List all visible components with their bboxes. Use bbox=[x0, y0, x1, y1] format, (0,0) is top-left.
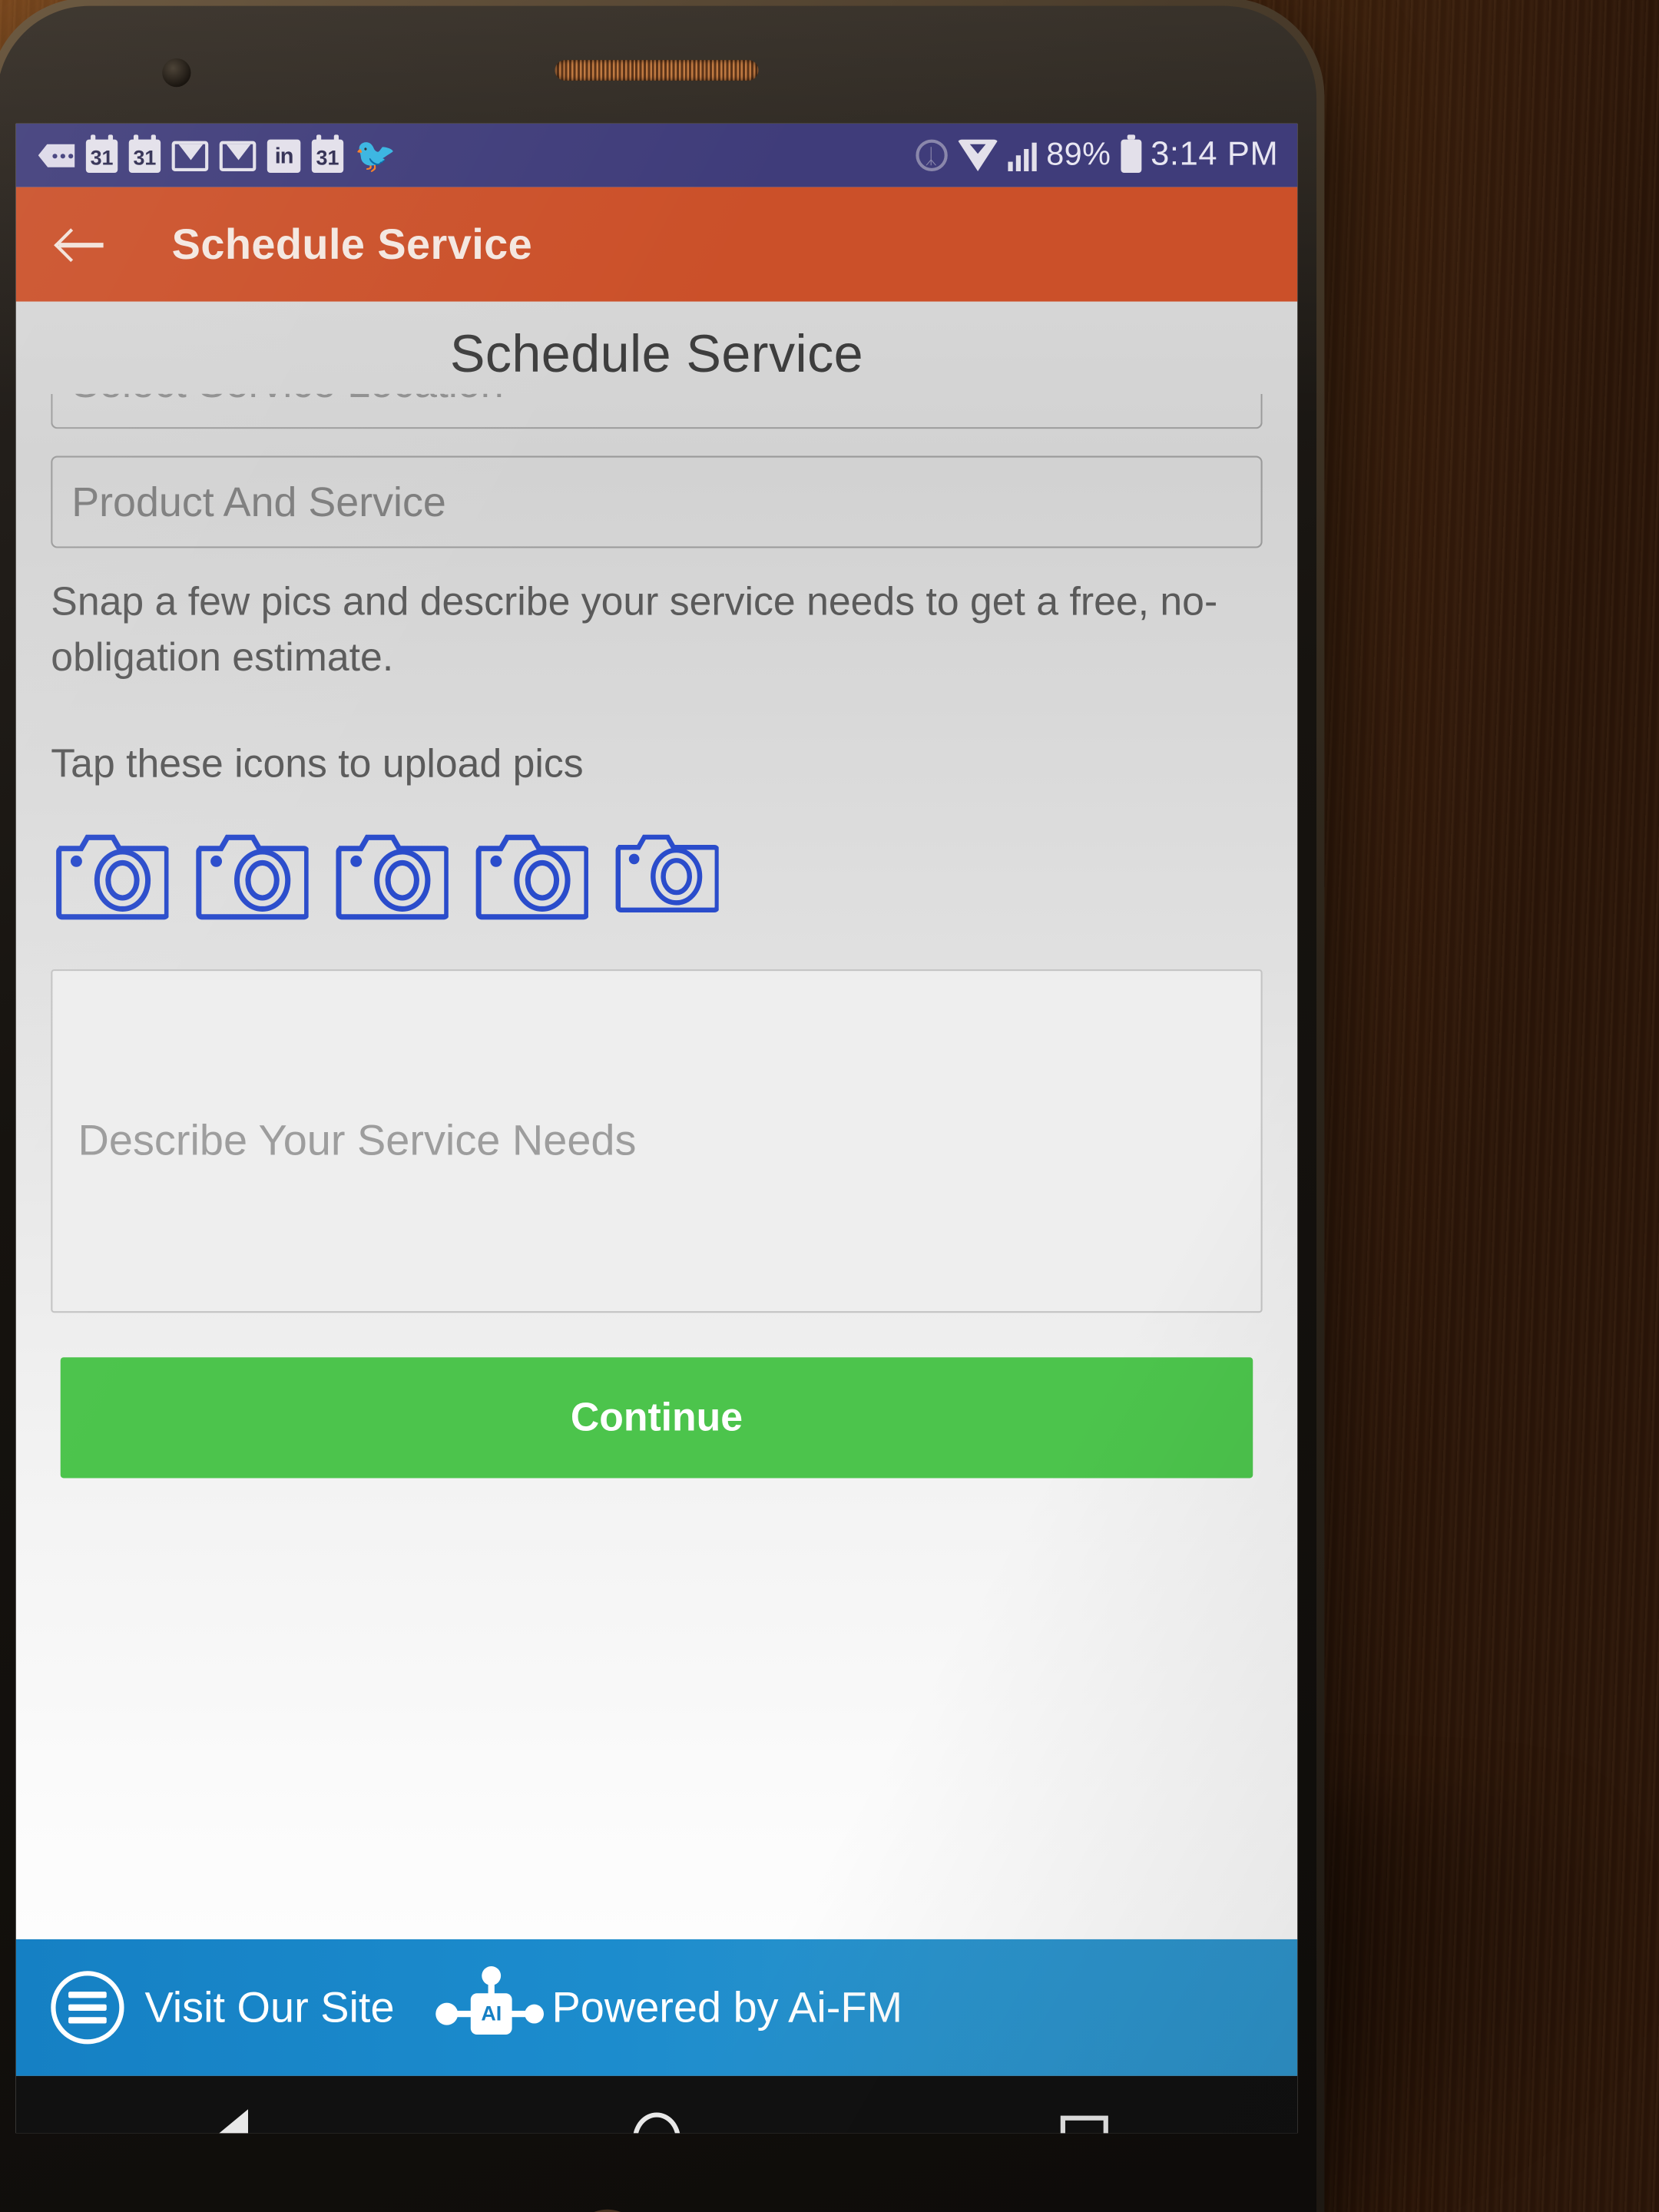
ai-chip-icon: AI bbox=[435, 1966, 545, 2041]
twitter-icon: 🐦 bbox=[354, 137, 396, 174]
app-bar-title: Schedule Service bbox=[171, 220, 533, 268]
cellular-signal-icon bbox=[1007, 140, 1037, 171]
wifi-icon bbox=[956, 139, 998, 171]
gmail-icon bbox=[219, 140, 257, 171]
app-bar: Schedule Service bbox=[15, 187, 1298, 302]
status-bar-system: ᛣ 89% 3:14 PM bbox=[915, 134, 1279, 174]
footer-bar: Visit Our Site AI Powered by Ai-FM bbox=[15, 1939, 1298, 2076]
ai-chip-label: AI bbox=[470, 1993, 512, 2035]
service-location-select[interactable]: Select Service Location bbox=[51, 393, 1263, 429]
helper-text: Snap a few pics and describe your servic… bbox=[51, 579, 1218, 680]
phone-screen: 31 31 in 31 🐦 ᛣ 89% 3:14 PM Schedule Ser… bbox=[15, 123, 1298, 2134]
service-location-placeholder: Select Service Location bbox=[71, 394, 503, 409]
status-bar: 31 31 in 31 🐦 ᛣ 89% 3:14 PM bbox=[15, 123, 1298, 187]
bluetooth-icon: ᛣ bbox=[915, 139, 947, 171]
phone-chin: L LG bbox=[16, 2133, 1297, 2212]
camera-icon[interactable] bbox=[194, 823, 309, 922]
earpiece-speaker bbox=[555, 60, 759, 81]
phone-top-hardware bbox=[16, 31, 1297, 124]
product-and-service-placeholder: Product And Service bbox=[71, 477, 446, 525]
android-nav-bar bbox=[15, 2075, 1298, 2134]
describe-service-needs-textarea[interactable]: Describe Your Service Needs bbox=[51, 969, 1263, 1313]
camera-icon[interactable] bbox=[474, 823, 588, 922]
nav-home-icon bbox=[632, 2112, 680, 2134]
camera-upload-row bbox=[51, 823, 1262, 922]
nav-recents-icon bbox=[1060, 2114, 1108, 2134]
page-content: Schedule Service Select Service Location… bbox=[15, 301, 1298, 1939]
describe-service-needs-placeholder: Describe Your Service Needs bbox=[78, 1116, 637, 1164]
calendar-icon: 31 bbox=[128, 134, 161, 173]
nav-back-icon bbox=[211, 2109, 248, 2134]
calendar-icon: 31 bbox=[311, 134, 344, 173]
powered-by-aifm[interactable]: AI Powered by Ai-FM bbox=[435, 1966, 903, 2041]
gmail-icon bbox=[171, 140, 209, 171]
linkedin-icon: in bbox=[267, 138, 301, 173]
upload-instruction-label: Tap these icons to upload pics bbox=[51, 742, 584, 787]
visit-our-site-label: Visit Our Site bbox=[144, 1982, 395, 2031]
clock-label: 3:14 PM bbox=[1151, 136, 1279, 174]
continue-button[interactable]: Continue bbox=[60, 1357, 1253, 1479]
back-arrow-icon[interactable] bbox=[58, 220, 105, 268]
visit-our-site-button[interactable]: Visit Our Site bbox=[51, 1971, 395, 2045]
product-and-service-select[interactable]: Product And Service bbox=[51, 455, 1263, 548]
camera-icon[interactable] bbox=[54, 823, 169, 922]
more-notifications-icon bbox=[38, 143, 75, 167]
battery-icon bbox=[1120, 134, 1141, 173]
phone-bezel: 31 31 in 31 🐦 ᛣ 89% 3:14 PM Schedule Ser… bbox=[0, 5, 1317, 2212]
page-title: Schedule Service bbox=[449, 323, 864, 383]
battery-percent-label: 89% bbox=[1046, 137, 1111, 173]
powered-by-label: Powered by Ai-FM bbox=[551, 1982, 903, 2031]
camera-icon[interactable] bbox=[334, 823, 449, 922]
nav-recents-button[interactable] bbox=[988, 2076, 1179, 2134]
phone-device: 31 31 in 31 🐦 ᛣ 89% 3:14 PM Schedule Ser… bbox=[0, 0, 1325, 2212]
front-camera-icon bbox=[162, 58, 191, 88]
status-bar-notifications: 31 31 in 31 🐦 bbox=[38, 134, 906, 174]
camera-icon[interactable] bbox=[614, 823, 719, 916]
nav-home-button[interactable] bbox=[561, 2076, 752, 2134]
calendar-icon: 31 bbox=[85, 134, 118, 173]
nav-back-button[interactable] bbox=[134, 2076, 325, 2134]
hamburger-menu-icon bbox=[51, 1971, 124, 2045]
